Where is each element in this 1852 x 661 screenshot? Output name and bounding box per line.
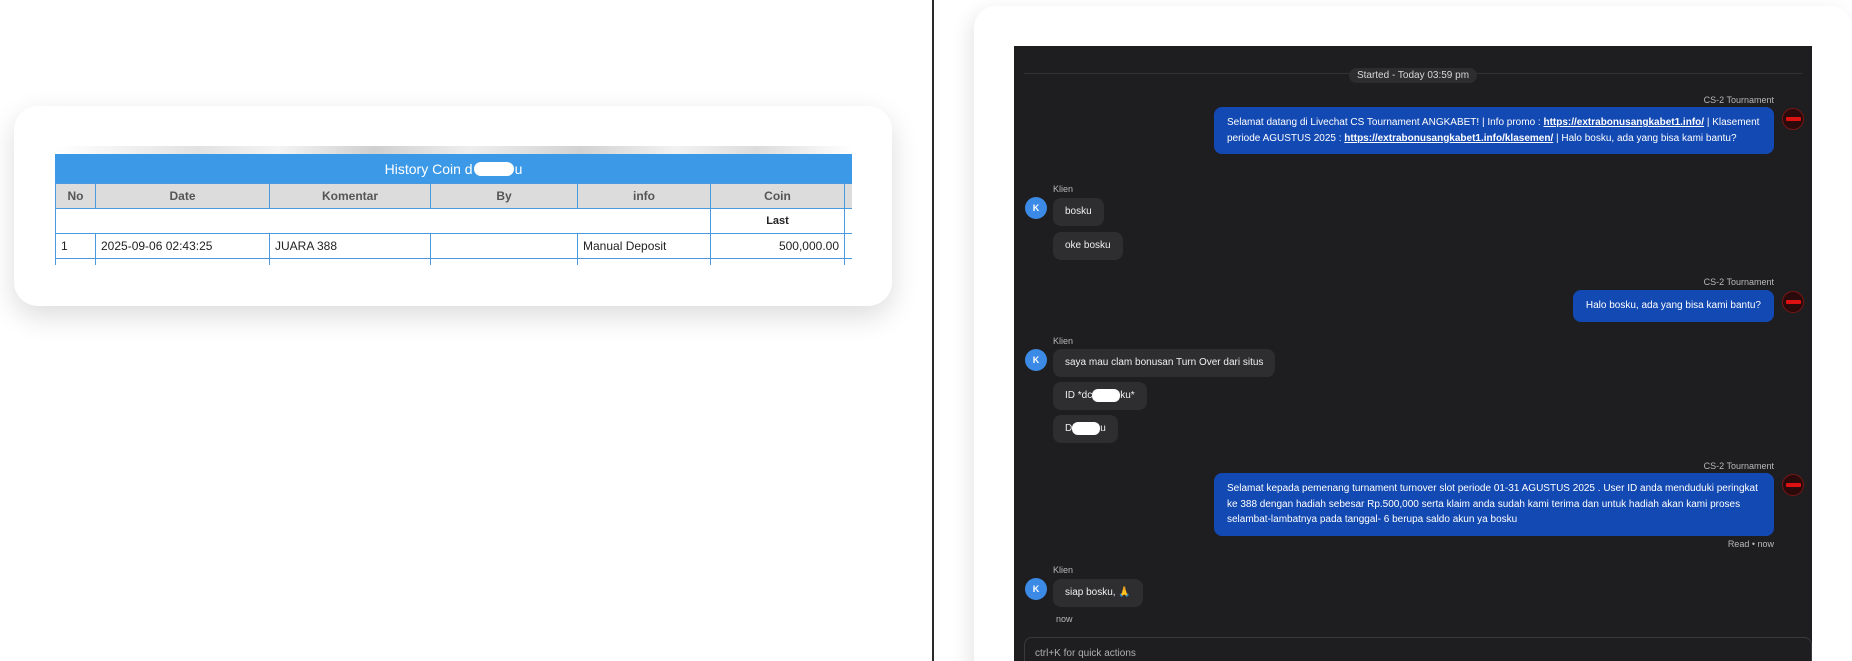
row-no: 1 <box>55 233 96 259</box>
history-table-wrap: History Coin d u No Date Komentar By info… <box>55 146 852 265</box>
map-banner <box>55 146 852 154</box>
redaction-mask <box>1092 388 1121 402</box>
redaction-mask <box>473 161 514 176</box>
col-by: By <box>430 183 578 209</box>
history-card: History Coin d u No Date Komentar By info… <box>14 106 892 306</box>
client-name-label: Klien <box>1053 336 1074 346</box>
client-avatar: K <box>1025 349 1047 371</box>
client-message-bubble: ID *dc ku* <box>1053 382 1147 410</box>
agent-name-label: CS-2 Tournament <box>1703 277 1774 287</box>
agent-message-bubble: Halo bosku, ada yang bisa kami bantu? <box>1572 290 1774 322</box>
klasemen-link[interactable]: https://extrabonusangkabet1.info/klaseme… <box>1344 133 1553 144</box>
chat-started-text: Started - Today 03:59 pm <box>1348 68 1478 83</box>
client-avatar: K <box>1025 578 1047 600</box>
col-date: Date <box>95 183 270 209</box>
row-komentar: JUARA 388 <box>269 233 431 259</box>
message-time: now <box>1056 614 1073 624</box>
agent-avatar <box>1782 291 1804 313</box>
history-title-suffix: u <box>514 160 523 177</box>
client-name-label: Klien <box>1053 565 1074 575</box>
row-coin: 500,000.00 <box>710 233 845 259</box>
client-avatar: K <box>1025 197 1047 219</box>
client-message-bubble: oke bosku <box>1053 232 1123 260</box>
row-by <box>430 233 578 259</box>
row-info: Manual Deposit <box>577 233 711 259</box>
client-message-bubble: Du <box>1053 415 1118 443</box>
page: History Coin d u No Date Komentar By info… <box>0 0 1852 661</box>
chat-started-banner: Started - Today 03:59 pm <box>1014 65 1812 83</box>
history-table: No Date Komentar By info Coin Last 1 202… <box>55 183 852 265</box>
table-header-row: No Date Komentar By info Coin <box>55 183 852 209</box>
table-subheader-row: Last <box>55 208 852 234</box>
read-status: Read • now <box>1727 539 1774 549</box>
message-input[interactable] <box>1035 648 1535 659</box>
agent-avatar <box>1782 474 1804 496</box>
redaction-mask <box>1072 421 1101 435</box>
client-message-bubble: bosku <box>1053 198 1104 226</box>
client-message-bubble: siap bosku, 🙏 <box>1053 579 1143 607</box>
promo-link[interactable]: https://extrabonusangkabet1.info/ <box>1543 117 1704 128</box>
chat-composer[interactable] <box>1024 637 1812 661</box>
col-coin: Coin <box>710 183 845 209</box>
coin-last-label: Last <box>710 208 845 234</box>
col-extra <box>844 183 852 209</box>
col-no: No <box>55 183 96 209</box>
agent-avatar <box>1782 108 1804 130</box>
table-row-partial <box>55 258 852 265</box>
split-divider[interactable] <box>932 0 934 661</box>
history-title-prefix: History Coin d <box>384 160 473 177</box>
row-date: 2025-09-06 02:43:25 <box>95 233 270 259</box>
col-komentar: Komentar <box>269 183 431 209</box>
agent-message-bubble: Selamat datang di Livechat CS Tournament… <box>1214 107 1774 154</box>
client-name-label: Klien <box>1053 184 1074 194</box>
table-row: 1 2025-09-06 02:43:25 JUARA 388 Manual D… <box>55 233 852 259</box>
col-info: info <box>577 183 711 209</box>
chat-panel[interactable]: Started - Today 03:59 pm CS-2 Tournament… <box>1014 46 1812 661</box>
agent-message-bubble: Selamat kepada pemenang turnament turnov… <box>1214 473 1774 536</box>
client-message-bubble: saya mau clam bonusan Turn Over dari sit… <box>1053 349 1276 377</box>
agent-name-label: CS-2 Tournament <box>1703 461 1774 471</box>
history-title: History Coin d u <box>55 154 852 183</box>
agent-name-label: CS-2 Tournament <box>1703 95 1774 105</box>
